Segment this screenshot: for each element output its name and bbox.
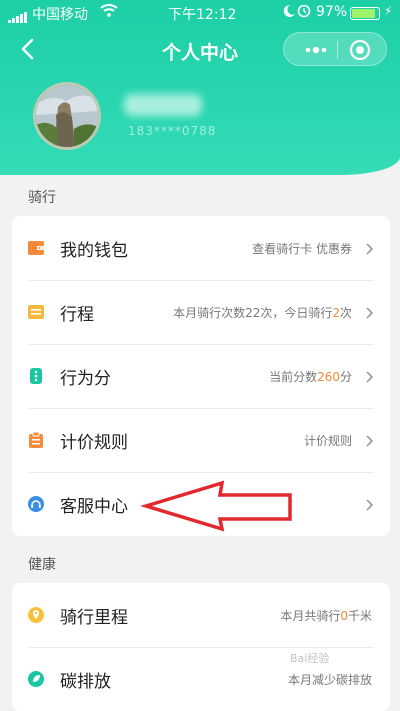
carbon-icon (28, 671, 44, 687)
menu-item-mileage[interactable]: 骑行里程 本月共骑行0千米 (12, 583, 390, 647)
capsule-divider (337, 41, 338, 59)
close-mini-program-icon[interactable] (348, 38, 372, 62)
status-icons (282, 3, 312, 23)
menu-item-carbon-emission[interactable]: 碳排放 本月减少碳排放 (12, 647, 390, 711)
username-redacted (124, 94, 202, 116)
navigation-bar: 个人中心 (0, 26, 400, 74)
menu-label: 我的钱包 (60, 241, 128, 261)
menu-item-behavior-score[interactable]: 行为分 当前分数260分 (12, 344, 390, 408)
phone-number: 183****0788 (128, 124, 217, 138)
watermark-logo: Bai经验 (290, 652, 330, 665)
battery-icon (350, 7, 380, 20)
charging-icon: ⚡ (384, 4, 393, 18)
chevron-right-icon (364, 369, 374, 383)
menu-detail: 当前分数260分 (269, 370, 352, 384)
chevron-right-icon (364, 433, 374, 447)
menu-item-trips[interactable]: 行程 本月骑行次数22次，今日骑行2次 (12, 280, 390, 344)
menu-label: 碳排放 (60, 672, 111, 692)
chevron-right-icon (364, 497, 374, 511)
chevron-right-icon (364, 305, 374, 319)
menu-detail: 本月减少碳排放 (287, 673, 372, 687)
trip-icon (28, 304, 44, 320)
chevron-right-icon (364, 241, 374, 255)
score-icon (28, 368, 44, 384)
health-menu-card: 骑行里程 本月共骑行0千米 碳排放 本月减少碳排放 (12, 583, 390, 711)
clock: 下午12:12 (168, 7, 237, 23)
more-options-icon[interactable] (298, 41, 334, 59)
mileage-icon (28, 607, 44, 623)
pricing-icon (28, 431, 44, 448)
customer-service-icon (28, 496, 44, 512)
section-title-health: 健康 (28, 557, 56, 573)
annotation-arrow-icon (140, 480, 292, 532)
mini-program-capsule (283, 32, 387, 66)
menu-label: 行程 (60, 305, 94, 325)
signal-icon (8, 7, 28, 23)
avatar[interactable] (33, 82, 101, 150)
section-title-riding: 骑行 (28, 190, 56, 206)
wallet-icon (28, 240, 44, 256)
profile-header: 中国移动 下午12:12 97% ⚡ 个人中心 183****0788 (0, 0, 400, 175)
menu-label: 骑行里程 (60, 608, 128, 628)
carrier-name: 中国移动 (32, 7, 88, 23)
menu-item-pricing-rules[interactable]: 计价规则 计价规则 (12, 408, 390, 472)
menu-label: 行为分 (60, 369, 111, 389)
menu-detail: 查看骑行卡 优惠券 (252, 242, 352, 256)
menu-detail: 计价规则 (303, 434, 352, 448)
menu-detail: 本月共骑行0千米 (280, 609, 372, 623)
wifi-icon (100, 3, 118, 21)
menu-label: 客服中心 (60, 497, 128, 517)
battery-percent: 97% (316, 4, 348, 20)
status-bar: 中国移动 下午12:12 97% ⚡ (0, 0, 400, 26)
menu-label: 计价规则 (60, 433, 128, 453)
menu-item-wallet[interactable]: 我的钱包 查看骑行卡 优惠券 (12, 216, 390, 280)
menu-detail: 本月骑行次数22次，今日骑行2次 (173, 306, 352, 320)
